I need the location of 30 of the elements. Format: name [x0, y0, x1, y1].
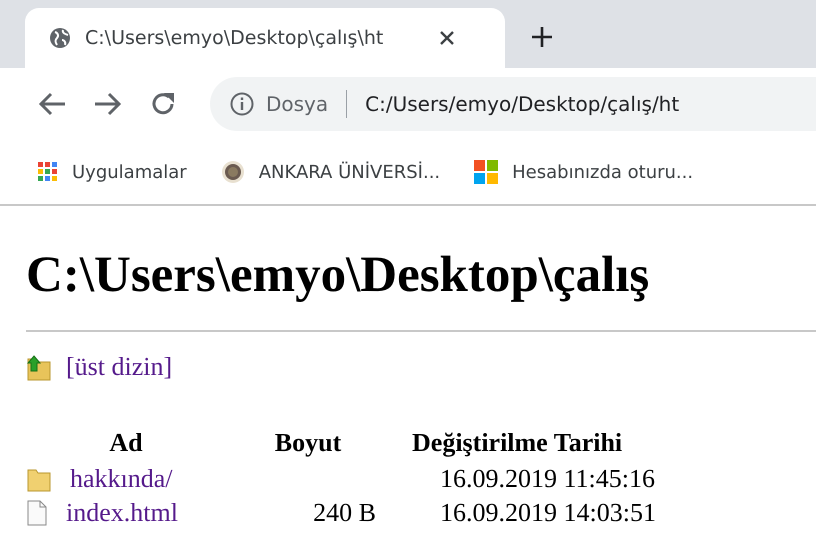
file-icon	[26, 500, 48, 526]
column-header: Boyut	[274, 428, 342, 459]
four-squares-icon	[474, 160, 498, 184]
seal-icon	[220, 160, 245, 184]
bookmark[interactable]: Uygulamalar	[38, 162, 187, 182]
forward-arrow-icon[interactable]	[94, 91, 122, 117]
address-bar[interactable]: Dosya C:/Users/emyo/Desktop/çalış/ht	[210, 77, 816, 131]
modified-date: 16.09.2019 11:45:16	[440, 464, 655, 493]
info-icon	[230, 92, 254, 116]
tab-title: C:\Users\emyo\Desktop\çalış\ht	[85, 27, 384, 49]
parent-directory-link[interactable]: [üst dizin]	[66, 352, 172, 382]
bookmark[interactable]: Hesabınızda oturu...	[474, 160, 694, 184]
page-heading: C:\Users\emyo\Desktop\çalış	[26, 246, 650, 304]
bookmark[interactable]: ANKARA ÜNİVERSİ...	[220, 160, 440, 184]
close-icon[interactable]	[439, 30, 455, 46]
file-size: 240 B	[313, 498, 376, 527]
modified-date: 16.09.2019 14:03:51	[440, 498, 656, 527]
file-link[interactable]: index.html	[66, 498, 178, 528]
column-header: Ad	[108, 428, 144, 459]
url-text: C:/Users/emyo/Desktop/çalış/ht	[365, 92, 680, 116]
reload-icon[interactable]	[150, 91, 176, 117]
file-link[interactable]: hakkında/	[70, 464, 173, 494]
scheme-label: Dosya	[266, 92, 328, 116]
column-header: Değiştirilme Tarihi	[411, 428, 624, 459]
globe-icon	[49, 27, 71, 49]
back-arrow-icon[interactable]	[38, 91, 66, 117]
app-grid-icon	[38, 162, 58, 182]
browser-tab[interactable]: C:\Users\emyo\Desktop\çalış\ht	[25, 8, 505, 68]
parent-folder-icon	[26, 353, 52, 381]
new-tab-icon[interactable]	[531, 26, 553, 48]
